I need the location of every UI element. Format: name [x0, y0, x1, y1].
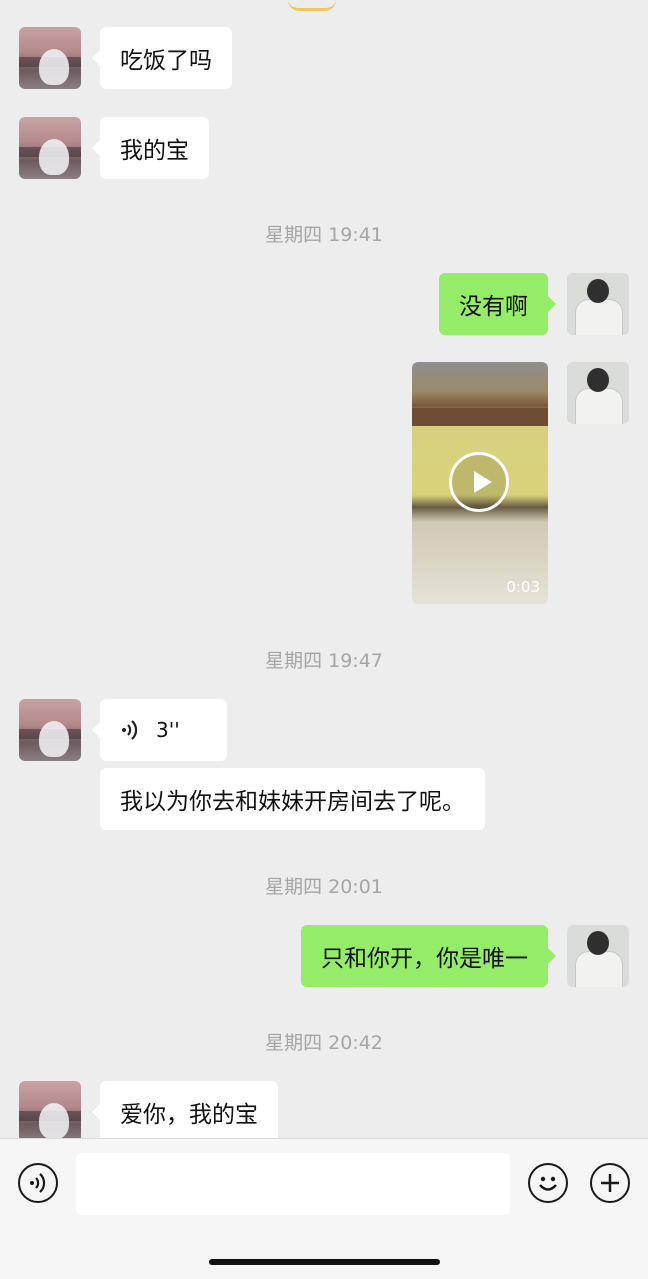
- message-text: 只和你开，你是唯一: [321, 946, 528, 972]
- input-bar: [0, 1138, 648, 1279]
- contact-avatar[interactable]: [19, 27, 81, 89]
- message-text: 爱你，我的宝: [120, 1102, 258, 1128]
- voice-length: 3'': [156, 718, 180, 742]
- incoming-message[interactable]: 吃饭了吗: [92, 27, 232, 89]
- message-text: 没有啊: [459, 294, 528, 320]
- chat-area[interactable]: 吃饭了吗 我的宝 星期四 19:41 没有啊 0:03 星期四 19:47 3'…: [0, 0, 648, 1138]
- home-indicator: [209, 1259, 440, 1265]
- scroll-indicator: [288, 0, 336, 11]
- video-duration: 0:03: [506, 578, 540, 596]
- video-message[interactable]: 0:03: [412, 362, 548, 604]
- emoji-icon[interactable]: [528, 1163, 568, 1203]
- plus-icon[interactable]: [590, 1163, 630, 1203]
- timestamp: 星期四 19:41: [265, 224, 383, 246]
- incoming-message[interactable]: 我以为你去和妹妹开房间去了呢。: [100, 768, 485, 830]
- timestamp: 星期四 19:47: [265, 650, 383, 672]
- timestamp: 星期四 20:01: [265, 876, 383, 898]
- contact-avatar[interactable]: [19, 699, 81, 761]
- outgoing-message[interactable]: 没有啊: [439, 273, 556, 335]
- contact-avatar[interactable]: [19, 117, 81, 179]
- voice-mode-glyph-icon: [30, 1173, 46, 1193]
- contact-avatar[interactable]: [19, 1081, 81, 1138]
- smiley-face-icon: [539, 1176, 557, 1191]
- message-text: 我以为你去和妹妹开房间去了呢。: [120, 789, 465, 815]
- message-text: 我的宝: [120, 138, 189, 164]
- message-input[interactable]: [76, 1153, 510, 1215]
- voice-playback-icon: [122, 720, 138, 740]
- incoming-message[interactable]: 爱你，我的宝: [92, 1081, 278, 1138]
- outgoing-message[interactable]: 只和你开，你是唯一: [301, 925, 556, 987]
- plus-glyph-icon: [601, 1174, 619, 1192]
- message-text: 吃饭了吗: [120, 48, 212, 74]
- my-avatar[interactable]: [567, 273, 629, 335]
- voice-mode-icon[interactable]: [18, 1163, 58, 1203]
- video-thumbnail: [412, 408, 548, 426]
- my-avatar[interactable]: [567, 925, 629, 987]
- play-icon[interactable]: [449, 452, 509, 512]
- voice-message[interactable]: 3'': [92, 699, 227, 761]
- timestamp: 星期四 20:42: [265, 1032, 383, 1054]
- incoming-message[interactable]: 我的宝: [92, 117, 209, 179]
- my-avatar[interactable]: [567, 362, 629, 424]
